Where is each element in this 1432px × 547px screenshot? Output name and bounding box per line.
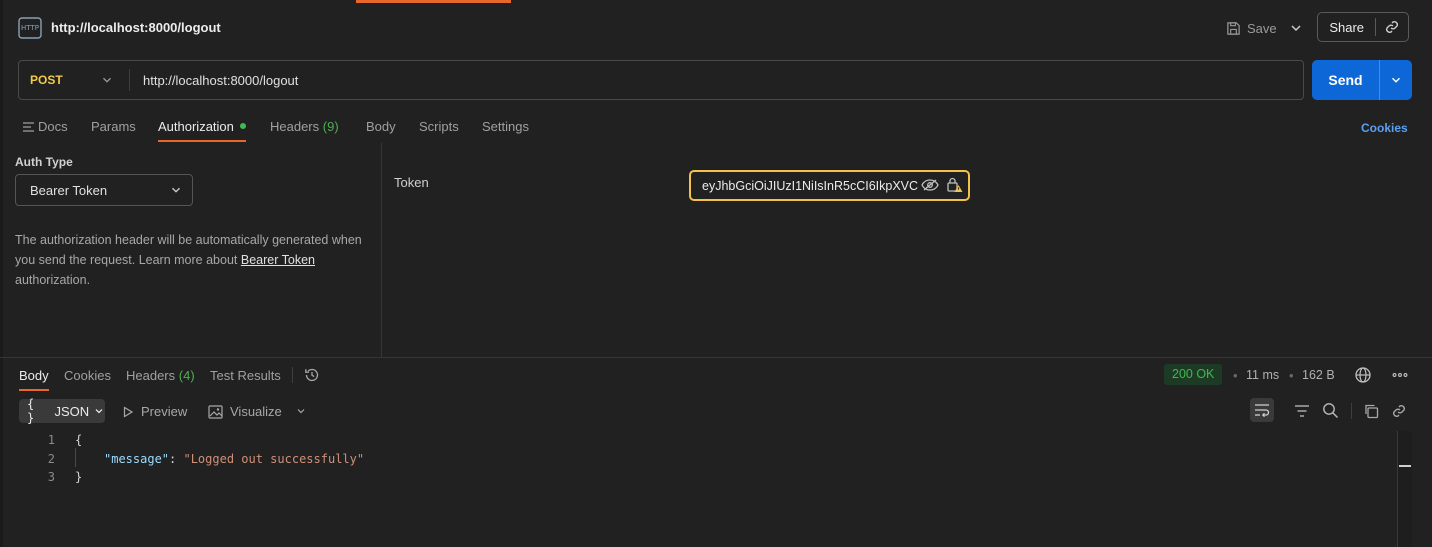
cookies-link[interactable]: Cookies bbox=[1361, 121, 1408, 135]
request-title[interactable]: http://localhost:8000/logout bbox=[51, 20, 221, 35]
send-options-chevron-icon[interactable] bbox=[1380, 60, 1412, 100]
response-tab-test-results[interactable]: Test Results bbox=[210, 368, 281, 383]
visualize-label: Visualize bbox=[230, 404, 282, 419]
response-tab-headers-label: Headers bbox=[126, 368, 176, 383]
preview-label: Preview bbox=[141, 404, 188, 419]
response-tab-body[interactable]: Body bbox=[19, 368, 49, 383]
wrap-lines-button[interactable] bbox=[1250, 398, 1274, 422]
lock-warning-icon bbox=[947, 177, 963, 192]
auth-type-chevron-icon bbox=[172, 187, 180, 193]
vertical-scrollbar[interactable] bbox=[1397, 431, 1412, 547]
scrollbar-marker bbox=[1399, 465, 1411, 467]
tab-headers-label: Headers bbox=[270, 119, 320, 134]
more-options-icon[interactable] bbox=[1391, 366, 1409, 384]
tab-authorization-underline bbox=[158, 140, 246, 142]
globe-icon[interactable] bbox=[1354, 366, 1372, 384]
auth-desc-suffix: authorization. bbox=[15, 273, 91, 287]
tab-authorization[interactable]: Authorization bbox=[158, 119, 234, 134]
meta-separator-dot: • bbox=[1233, 368, 1238, 383]
tab-docs-label: Docs bbox=[38, 119, 68, 134]
http-request-icon: HTTP bbox=[18, 17, 42, 39]
visualize-button[interactable]: Visualize bbox=[208, 404, 282, 419]
response-time[interactable]: 11 ms bbox=[1246, 368, 1279, 382]
auth-description: The authorization header will be automat… bbox=[15, 230, 365, 290]
meta-separator-dot: • bbox=[1289, 368, 1294, 383]
request-response-splitter[interactable] bbox=[0, 357, 1432, 358]
response-tab-body-underline bbox=[19, 389, 49, 391]
preview-button[interactable]: Preview bbox=[122, 404, 187, 419]
tab-params[interactable]: Params bbox=[91, 119, 136, 134]
method-chevron-icon[interactable] bbox=[100, 73, 114, 87]
json-line: "message": "Logged out successfully" bbox=[104, 452, 364, 466]
copy-icon[interactable] bbox=[1363, 403, 1379, 419]
headers-count-badge: (9) bbox=[322, 119, 339, 134]
tab-body[interactable]: Body bbox=[366, 119, 396, 134]
active-tab-indicator bbox=[356, 0, 511, 3]
token-label: Token bbox=[394, 175, 429, 190]
format-label: JSON bbox=[54, 403, 90, 419]
tab-headers[interactable]: Headers (9) bbox=[270, 119, 339, 134]
format-chevron-icon bbox=[95, 409, 103, 414]
line-number: 3 bbox=[47, 470, 55, 484]
left-edge bbox=[0, 0, 3, 547]
token-value: eyJhbGciOiJIUzI1NiIsInR5cCI6IkpXVC bbox=[702, 179, 919, 193]
hide-token-eye-icon[interactable] bbox=[921, 178, 939, 192]
link-icon[interactable] bbox=[1391, 403, 1407, 419]
url-input[interactable]: http://localhost:8000/logout bbox=[143, 73, 298, 88]
svg-text:HTTP: HTTP bbox=[21, 24, 39, 32]
filter-icon[interactable] bbox=[1294, 403, 1310, 419]
response-tab-cookies[interactable]: Cookies bbox=[64, 368, 111, 383]
method-select[interactable]: POST bbox=[30, 73, 63, 87]
save-label: Save bbox=[1247, 20, 1277, 36]
tab-docs[interactable]: Docs bbox=[23, 119, 68, 134]
json-open-brace: { bbox=[75, 433, 83, 447]
image-icon bbox=[208, 404, 223, 419]
response-size[interactable]: 162 B bbox=[1302, 368, 1335, 382]
share-label: Share bbox=[1329, 19, 1365, 35]
json-key: "message" bbox=[104, 452, 170, 466]
share-button[interactable]: Share bbox=[1317, 12, 1409, 42]
json-colon: : bbox=[169, 452, 184, 466]
auth-type-value: Bearer Token bbox=[30, 183, 108, 198]
response-tabs-divider bbox=[292, 367, 293, 383]
line-number: 2 bbox=[47, 452, 55, 466]
play-icon bbox=[123, 405, 134, 418]
history-icon[interactable] bbox=[304, 367, 320, 383]
auth-type-label: Auth Type bbox=[15, 155, 73, 169]
visualize-chevron-icon[interactable] bbox=[295, 405, 307, 417]
indent-guide bbox=[75, 448, 76, 467]
panel-divider bbox=[381, 143, 382, 357]
bearer-token-link[interactable]: Bearer Token bbox=[241, 253, 315, 267]
save-options-chevron-icon[interactable] bbox=[1288, 20, 1304, 36]
toolbar-divider bbox=[1351, 403, 1352, 419]
send-button[interactable]: Send bbox=[1312, 60, 1412, 100]
json-braces-icon: { } bbox=[27, 397, 35, 425]
format-select[interactable]: { } JSON bbox=[19, 397, 105, 425]
tab-scripts[interactable]: Scripts bbox=[419, 119, 459, 134]
search-icon[interactable] bbox=[1322, 402, 1339, 419]
wrap-lines-icon bbox=[1255, 404, 1270, 417]
save-button[interactable]: Save bbox=[1226, 17, 1277, 39]
response-headers-count-badge: (4) bbox=[178, 368, 195, 383]
auth-status-dot bbox=[240, 123, 246, 129]
docs-icon bbox=[23, 122, 34, 132]
json-close-brace: } bbox=[75, 470, 83, 484]
json-value: "Logged out successfully" bbox=[183, 452, 365, 466]
url-divider bbox=[129, 69, 130, 91]
send-label: Send bbox=[1328, 72, 1363, 88]
save-icon bbox=[1227, 21, 1240, 35]
response-tab-headers[interactable]: Headers (4) bbox=[126, 368, 195, 383]
tab-settings[interactable]: Settings bbox=[482, 119, 529, 134]
status-badge[interactable]: 200 OK bbox=[1164, 364, 1223, 385]
copy-link-icon[interactable] bbox=[1376, 19, 1408, 35]
line-number: 1 bbox=[47, 433, 55, 447]
